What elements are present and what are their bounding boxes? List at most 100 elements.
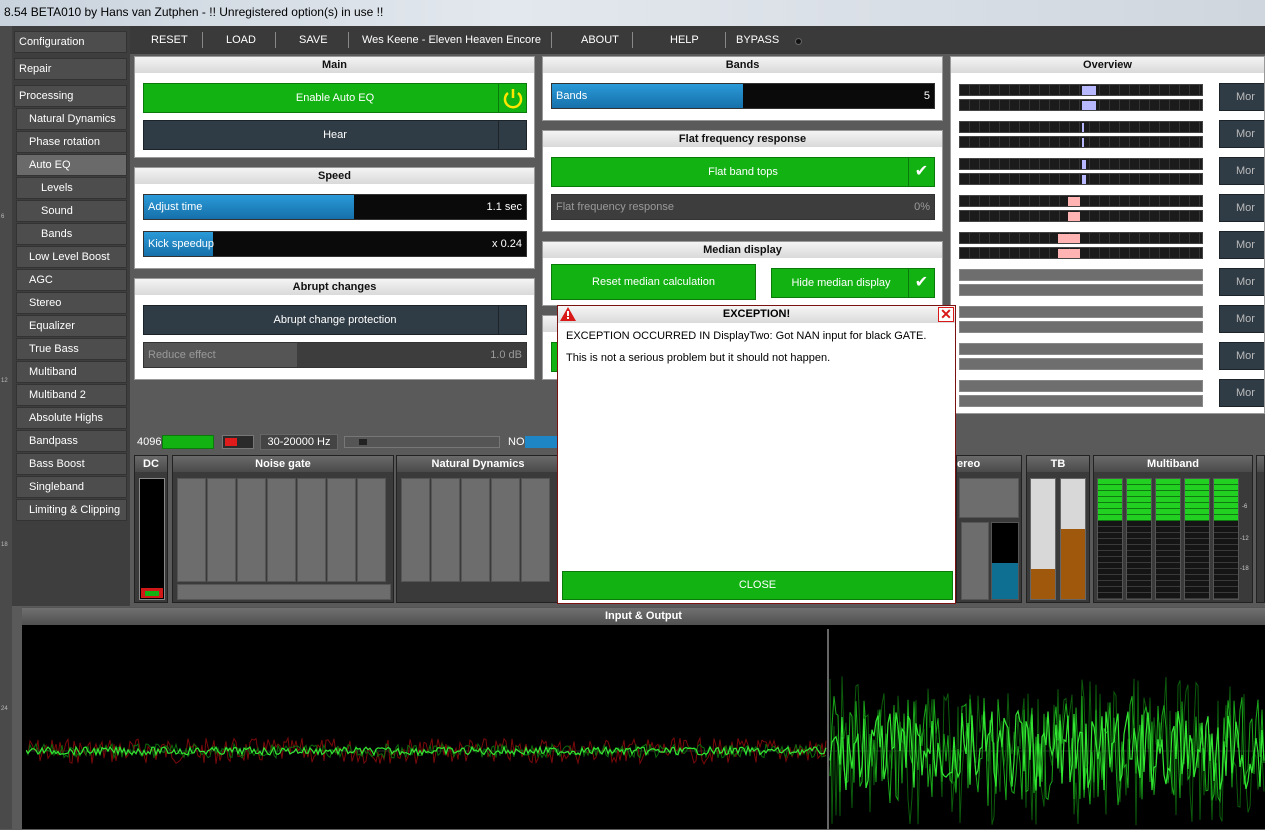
abrupt-change-protection-label: Abrupt change protection — [273, 314, 397, 326]
sidebar-item-stereo[interactable]: Stereo — [16, 292, 127, 314]
save-button[interactable]: SAVE — [299, 34, 328, 46]
natural-dynamics-meter — [431, 478, 460, 582]
flat-frequency-slider[interactable]: Flat frequency response 0% — [551, 194, 935, 220]
close-button-label: CLOSE — [738, 579, 777, 591]
hide-median-button[interactable]: Hide median display ✔ — [771, 268, 935, 298]
sidebar: Configuration Repair Processing Natural … — [12, 26, 130, 606]
sidebar-item-label: Multiband — [29, 366, 77, 378]
scale-label: -6 — [1242, 504, 1248, 510]
sidebar-item-bandpass[interactable]: Bandpass — [16, 430, 127, 452]
natural-dynamics-section: Natural Dynamics — [396, 455, 560, 603]
more-button[interactable]: Mor — [1219, 157, 1264, 185]
overview-band-meter — [959, 158, 1203, 170]
sidebar-item-processing[interactable]: Processing — [14, 85, 127, 107]
sidebar-item-label: Configuration — [19, 36, 85, 48]
overview-inactive-meter — [959, 284, 1203, 296]
stereo-title: ereo — [957, 456, 1021, 472]
overview-marker — [1082, 175, 1086, 184]
more-button[interactable]: Mor — [1219, 120, 1264, 148]
bypass-button[interactable]: BYPASS — [736, 34, 779, 46]
load-button[interactable]: LOAD — [226, 34, 256, 46]
status-slider-handle[interactable] — [359, 439, 367, 445]
bands-label: Bands — [556, 90, 588, 102]
more-button[interactable]: Mor — [1219, 194, 1264, 222]
reduce-effect-slider[interactable]: Reduce effect 1.0 dB — [143, 342, 527, 368]
overview-band-meter — [959, 210, 1203, 222]
left-ruler: 6 12 18 24 — [0, 26, 12, 829]
reset-button[interactable]: RESET — [151, 34, 188, 46]
overview-band-meter — [959, 84, 1203, 96]
sidebar-item-singleband[interactable]: Singleband — [16, 476, 127, 498]
sidebar-item-phase-rotation[interactable]: Phase rotation — [16, 131, 127, 153]
more-button[interactable]: Mor — [1219, 305, 1264, 333]
about-button[interactable]: ABOUT — [581, 34, 619, 46]
help-button[interactable]: HELP — [670, 34, 699, 46]
overview-band-meter — [959, 99, 1203, 111]
sidebar-item-equalizer[interactable]: Equalizer — [16, 315, 127, 337]
sidebar-item-bands[interactable]: Bands — [16, 223, 127, 245]
sidebar-item-auto-eq[interactable]: Auto EQ — [16, 154, 127, 176]
frequency-range-label: 30-20000 Hz — [267, 436, 331, 448]
sidebar-item-multiband-2[interactable]: Multiband 2 — [16, 384, 127, 406]
adjust-time-slider[interactable]: Adjust time 1.1 sec — [143, 194, 527, 220]
sidebar-item-label: Sound — [41, 205, 73, 217]
sidebar-item-bass-boost[interactable]: Bass Boost — [16, 453, 127, 475]
overview-band-meter — [959, 136, 1203, 148]
ruler-label: 12 — [1, 378, 8, 384]
noise-gate-section: Noise gate — [172, 455, 394, 603]
overview-panel: Overview Mor Mor Mor Mor Mor Mor Mor Mor… — [950, 56, 1265, 414]
sidebar-item-configuration[interactable]: Configuration — [14, 31, 127, 53]
more-button[interactable]: Mor — [1219, 231, 1264, 259]
menu-divider — [632, 32, 633, 48]
sidebar-item-true-bass[interactable]: True Bass — [16, 338, 127, 360]
sidebar-item-multiband[interactable]: Multiband — [16, 361, 127, 383]
sidebar-item-repair[interactable]: Repair — [14, 58, 127, 80]
sidebar-item-label: True Bass — [29, 343, 79, 355]
sidebar-item-label: Singleband — [29, 481, 85, 493]
adjust-time-value: 1.1 sec — [486, 201, 522, 213]
sidebar-item-levels[interactable]: Levels — [16, 177, 127, 199]
sidebar-item-limiting-clipping[interactable]: Limiting & Clipping — [16, 499, 127, 521]
hear-button[interactable]: Hear — [143, 120, 527, 150]
reset-median-button[interactable]: Reset median calculation — [551, 264, 756, 300]
ruler-label: 6 — [1, 214, 5, 220]
enable-auto-eq-button[interactable]: Enable Auto EQ — [143, 83, 527, 113]
abrupt-change-protection-button[interactable]: Abrupt change protection — [143, 305, 527, 335]
exception-dialog: EXCEPTION! ✕ EXCEPTION OCCURRED IN Displ… — [557, 305, 956, 604]
hear-label: Hear — [323, 129, 347, 141]
tb-title: TB — [1027, 456, 1089, 472]
more-button[interactable]: Mor — [1219, 379, 1264, 407]
checkmark-icon: ✔ — [908, 269, 934, 297]
bands-panel: Bands Bands 5 — [542, 56, 943, 121]
overview-band-meter — [959, 195, 1203, 207]
preset-name-button[interactable]: Wes Keene - Eleven Heaven Encore — [362, 34, 541, 46]
sidebar-item-agc[interactable]: AGC — [16, 269, 127, 291]
bypass-indicator-icon — [795, 38, 802, 45]
multiband-meter-level — [1214, 479, 1238, 521]
kick-speedup-label: Kick speedup — [148, 238, 215, 250]
dc-meter-led — [145, 591, 159, 596]
close-icon[interactable]: ✕ — [938, 307, 954, 322]
kick-speedup-slider[interactable]: Kick speedup x 0.24 — [143, 231, 527, 257]
bands-slider[interactable]: Bands 5 — [551, 83, 935, 109]
sidebar-item-low-level-boost[interactable]: Low Level Boost — [16, 246, 127, 268]
close-button[interactable]: CLOSE — [562, 571, 953, 600]
more-button[interactable]: Mor — [1219, 83, 1264, 111]
frequency-range-button[interactable]: 30-20000 Hz — [260, 434, 338, 450]
status-slider[interactable] — [344, 436, 500, 448]
overview-title: Overview — [951, 57, 1264, 73]
more-button[interactable]: Mor — [1219, 268, 1264, 296]
sidebar-item-sound[interactable]: Sound — [16, 200, 127, 222]
noise-gate-meter — [297, 478, 326, 582]
window-title: 8.54 BETA010 by Hans van Zutphen - !! Un… — [4, 5, 384, 19]
more-button[interactable]: Mor — [1219, 342, 1264, 370]
flat-band-tops-button[interactable]: Flat band tops ✔ — [551, 157, 935, 187]
sidebar-item-label: Bandpass — [29, 435, 78, 447]
more-label: Mor — [1236, 276, 1255, 288]
abrupt-changes-panel: Abrupt changes Abrupt change protection … — [134, 278, 535, 380]
right-edge-header — [1257, 456, 1264, 472]
sidebar-item-natural-dynamics[interactable]: Natural Dynamics — [16, 108, 127, 130]
right-edge-section — [1256, 455, 1265, 603]
natural-dynamics-title: Natural Dynamics — [397, 456, 559, 472]
sidebar-item-absolute-highs[interactable]: Absolute Highs — [16, 407, 127, 429]
